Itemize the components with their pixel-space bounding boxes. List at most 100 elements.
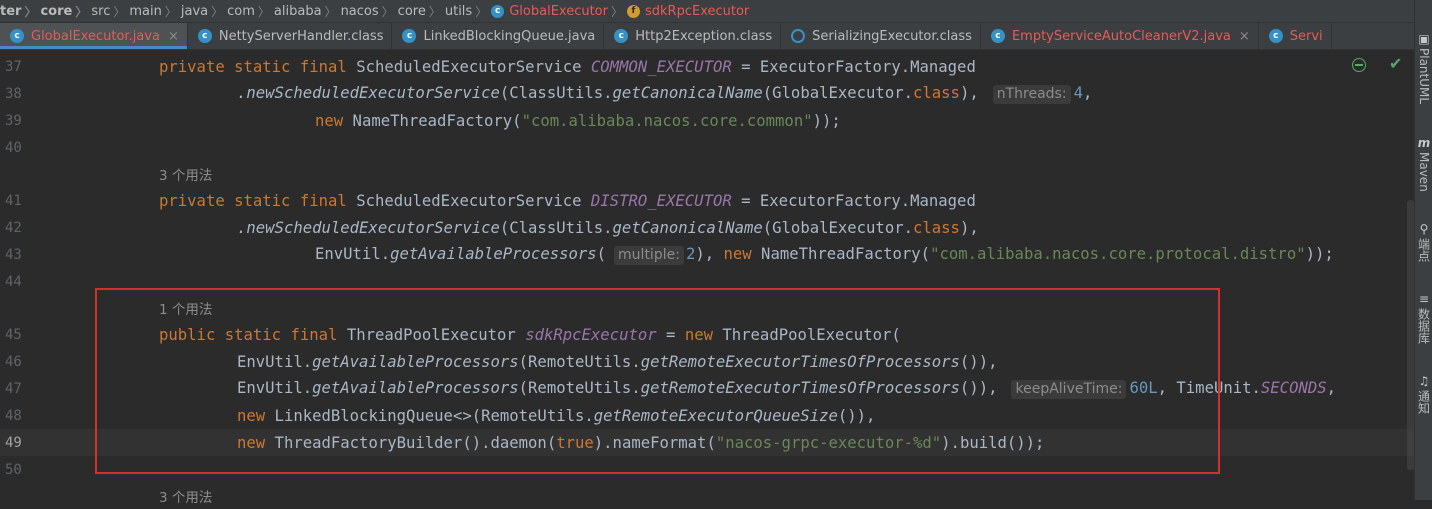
code-line: 41 private static final ScheduledExecuto…: [0, 187, 1414, 214]
line-number: 45: [0, 327, 37, 343]
parameter-hint: multiple:: [614, 246, 684, 265]
breadcrumb-label: nacos: [341, 4, 379, 19]
code-line: 46 EnvUtil.getAvailableProcessors(Remote…: [0, 348, 1414, 375]
code-line: 37 private static final ScheduledExecuto…: [0, 53, 1414, 80]
breadcrumb-item[interactable]: utils〉: [445, 3, 491, 20]
tab-serializing-executor[interactable]: c SerializingExecutor.class: [781, 23, 981, 49]
endpoints-tool-button[interactable]: ⚲ 端点: [1415, 222, 1432, 262]
code-text: EnvUtil.getAvailableProcessors(multiple:…: [315, 245, 1334, 265]
tab-http2-exception[interactable]: c Http2Exception.class: [604, 23, 781, 49]
breadcrumb-label: GlobalExecutor: [509, 4, 608, 19]
code-text: new ThreadFactoryBuilder().daemon(true).…: [237, 434, 1044, 452]
database-tool-button[interactable]: ≡ 数据库: [1415, 292, 1432, 344]
breadcrumb-label: ter: [0, 4, 21, 19]
chevron-right-icon: 〉: [113, 3, 125, 20]
tab-label: SerializingExecutor.class: [812, 29, 972, 44]
code-line: 1 个用法: [0, 294, 1414, 321]
tab-label: LinkedBlockingQueue.java: [423, 29, 595, 44]
tab-linked-blocking-queue[interactable]: c LinkedBlockingQueue.java: [392, 23, 604, 49]
breadcrumb-label: com: [227, 4, 255, 19]
code-line: 40: [0, 134, 1414, 161]
breadcrumb-label: sdkRpcExecutor: [645, 4, 749, 19]
usages-hint[interactable]: 1 个用法: [159, 298, 212, 318]
line-number: 46: [0, 354, 37, 370]
code-text: EnvUtil.getAvailableProcessors(RemoteUti…: [237, 353, 997, 371]
breadcrumb-item[interactable]: alibaba〉: [274, 3, 341, 20]
breadcrumb-item[interactable]: com〉: [227, 3, 274, 20]
tab-empty-service-auto-cleaner[interactable]: c EmptyServiceAutoCleanerV2.java ×: [981, 23, 1259, 49]
code-line: 50: [0, 456, 1414, 483]
close-icon[interactable]: ×: [1239, 29, 1250, 44]
field-icon: f: [627, 5, 640, 18]
class-icon: c: [402, 29, 416, 43]
code-text: private static final ScheduledExecutorSe…: [159, 58, 976, 76]
chevron-right-icon: 〉: [475, 3, 487, 20]
class-icon: c: [491, 5, 504, 18]
code-text: new NameThreadFactory("com.alibaba.nacos…: [315, 112, 841, 130]
chevron-right-icon: 〉: [75, 3, 87, 20]
code-line: 45 public static final ThreadPoolExecuto…: [0, 321, 1414, 348]
code-line: 42 .newScheduledExecutorService(ClassUti…: [0, 214, 1414, 241]
usages-hint[interactable]: 3 个用法: [159, 486, 212, 506]
tab-servi[interactable]: c Servi: [1259, 23, 1332, 49]
notifications-tool-button[interactable]: ♫ 通知: [1415, 374, 1432, 414]
breadcrumb-item[interactable]: main 〉: [129, 3, 181, 20]
class-icon: c: [10, 29, 24, 43]
tab-label: Http2Exception.class: [635, 29, 772, 44]
parameter-hint: nThreads:: [993, 85, 1071, 104]
line-number: 50: [0, 462, 37, 478]
maven-icon: m: [1418, 136, 1431, 150]
code-line: 44: [0, 268, 1414, 295]
breadcrumb-label: alibaba: [274, 4, 322, 19]
code-text: public static final ThreadPoolExecutor s…: [159, 326, 901, 344]
vertical-scrollbar[interactable]: [1407, 200, 1414, 470]
code-line: 47 EnvUtil.getAvailableProcessors(Remote…: [0, 375, 1414, 402]
chevron-right-icon: 〉: [211, 3, 223, 20]
editor-tabs: c GlobalExecutor.java × c NettyServerHan…: [0, 23, 1414, 50]
tool-label: Maven: [1417, 152, 1431, 192]
plantuml-tool-button[interactable]: ▣ PlantUML: [1415, 32, 1432, 104]
breadcrumb-label: main: [129, 4, 161, 19]
chevron-right-icon: 〉: [258, 3, 270, 20]
line-number: 39: [0, 113, 37, 129]
breadcrumb-item[interactable]: core〉: [398, 3, 445, 20]
breadcrumb-item-field[interactable]: f sdkRpcExecutor: [627, 4, 749, 19]
line-number: 47: [0, 381, 37, 397]
tool-window-strip: ▣ PlantUML m Maven ⚲ 端点 ≡ 数据库 ♫ 通知: [1414, 0, 1432, 500]
usages-hint[interactable]: 3 个用法: [159, 164, 212, 184]
maven-tool-button[interactable]: m Maven: [1415, 136, 1432, 192]
tab-label: GlobalExecutor.java: [31, 29, 160, 44]
chevron-right-icon: 〉: [325, 3, 337, 20]
line-number: 48: [0, 408, 37, 424]
chevron-right-icon: 〉: [24, 3, 36, 20]
line-number: 38: [0, 86, 37, 102]
breadcrumb-label: utils: [445, 4, 472, 19]
bell-icon: ♫: [1419, 374, 1430, 388]
code-editor[interactable]: ✔ 37 private static final ScheduledExecu…: [0, 50, 1414, 500]
breadcrumb-item[interactable]: nacos〉: [341, 3, 398, 20]
breadcrumb-item[interactable]: core〉: [40, 3, 91, 20]
breadcrumb-item-class[interactable]: c GlobalExecutor〉: [491, 3, 627, 20]
line-number: 41: [0, 193, 37, 209]
chevron-right-icon: 〉: [165, 3, 177, 20]
parameter-hint: keepAliveTime:: [1011, 380, 1126, 399]
close-icon[interactable]: ×: [168, 29, 179, 44]
line-number: 37: [0, 59, 37, 75]
code-line: 3 个用法: [0, 160, 1414, 187]
chevron-right-icon: 〉: [429, 3, 441, 20]
code-line: 3 个用法: [0, 482, 1414, 509]
tab-netty-server-handler[interactable]: c NettyServerHandler.class: [188, 23, 393, 49]
tool-label: 端点: [1416, 238, 1432, 262]
tab-global-executor[interactable]: c GlobalExecutor.java ×: [0, 23, 188, 49]
breadcrumb-item[interactable]: src〉: [91, 3, 129, 20]
line-number: 43: [0, 247, 37, 263]
breadcrumb-item[interactable]: ter〉: [0, 3, 40, 20]
tab-label: EmptyServiceAutoCleanerV2.java: [1012, 29, 1231, 44]
code-text: EnvUtil.getAvailableProcessors(RemoteUti…: [237, 379, 1336, 399]
code-text: private static final ScheduledExecutorSe…: [159, 192, 976, 210]
current-code-line: 49 new ThreadFactoryBuilder().daemon(tru…: [0, 429, 1414, 456]
breadcrumb-item[interactable]: java〉: [181, 3, 227, 20]
chevron-right-icon: 〉: [611, 3, 623, 20]
code-line: 48 new LinkedBlockingQueue<>(RemoteUtils…: [0, 402, 1414, 429]
tool-label: PlantUML: [1417, 48, 1431, 104]
